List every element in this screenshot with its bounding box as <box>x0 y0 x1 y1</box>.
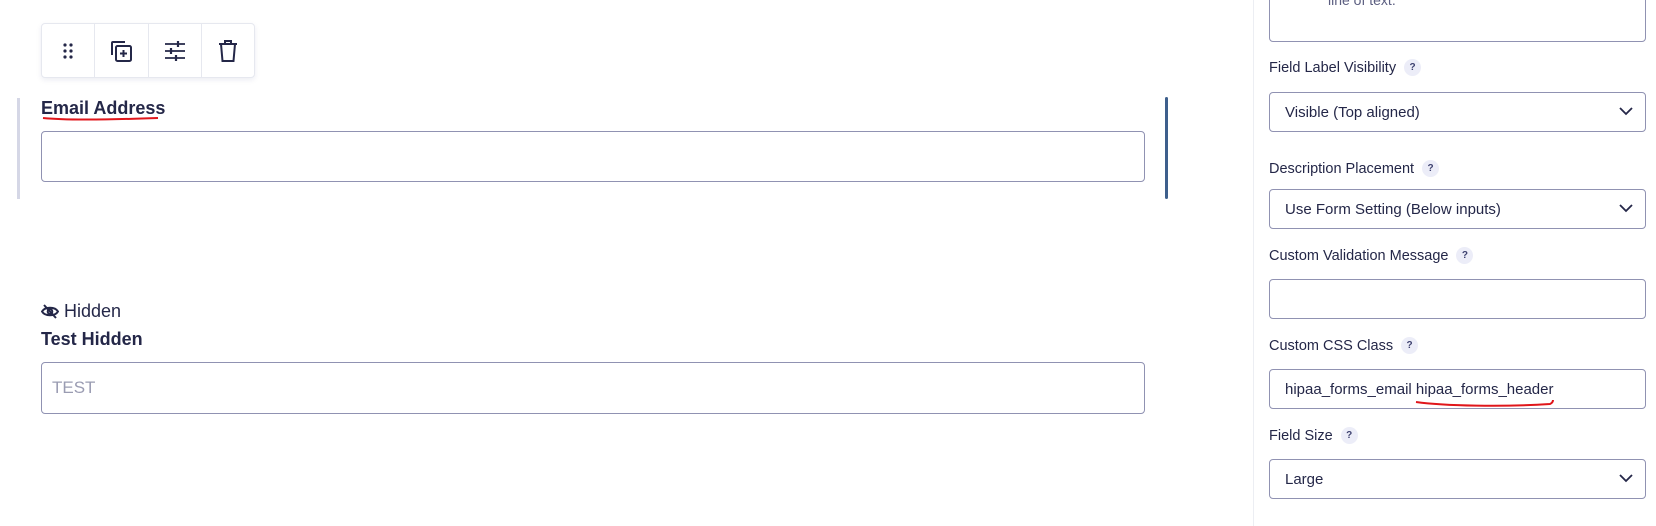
field-size-value: Large <box>1285 470 1324 488</box>
previous-setting-text: line of text. <box>1328 0 1396 8</box>
description-placement-text: Description Placement <box>1269 160 1415 177</box>
custom-validation-text: Custom Validation Message <box>1269 247 1449 264</box>
drag-handle-icon <box>63 42 73 59</box>
field-toolbar <box>41 23 255 78</box>
chevron-down-icon <box>1619 474 1633 483</box>
duplicate-button[interactable] <box>95 24 149 77</box>
custom-css-class-text: Custom CSS Class <box>1269 337 1394 354</box>
help-icon[interactable]: ? <box>1340 427 1358 444</box>
description-placement-label: Description Placement ? <box>1269 160 1440 177</box>
description-placement-select[interactable]: Use Form Setting (Below inputs) <box>1269 189 1646 229</box>
red-annotation-underline <box>42 117 159 121</box>
test-hidden-input[interactable]: TEST <box>41 362 1145 414</box>
duplicate-icon <box>111 40 133 62</box>
help-icon[interactable]: ? <box>1422 160 1440 177</box>
custom-css-class-value: hipaa_forms_email hipaa_forms_header <box>1285 380 1554 398</box>
hidden-badge: Hidden <box>41 301 121 322</box>
delete-button[interactable] <box>202 24 254 77</box>
help-icon[interactable]: ? <box>1404 59 1422 76</box>
field-settings-button[interactable] <box>149 24 202 77</box>
drag-handle-button[interactable] <box>42 24 96 77</box>
field-size-select[interactable]: Large <box>1269 459 1646 499</box>
field-label-visibility-value: Visible (Top aligned) <box>1285 103 1420 121</box>
test-hidden-label: Test Hidden <box>41 329 143 349</box>
trash-icon <box>218 39 237 62</box>
field-label-visibility-select[interactable]: Visible (Top aligned) <box>1269 92 1646 132</box>
custom-validation-input[interactable] <box>1269 279 1646 319</box>
previous-setting-box[interactable] <box>1269 0 1646 42</box>
field-size-label: Field Size ? <box>1269 427 1358 444</box>
help-icon[interactable]: ? <box>1456 247 1474 264</box>
field-label-visibility-text: Field Label Visibility <box>1269 59 1397 76</box>
eye-slash-icon <box>41 304 59 319</box>
selected-field-indicator <box>1165 97 1168 199</box>
description-placement-value: Use Form Setting (Below inputs) <box>1285 200 1501 218</box>
field-left-indicator <box>17 98 20 199</box>
sidebar-divider <box>1253 0 1254 526</box>
chevron-down-icon <box>1619 107 1633 116</box>
red-annotation-underline <box>1415 399 1554 407</box>
settings-sliders-icon <box>164 40 185 61</box>
test-hidden-placeholder: TEST <box>52 378 96 397</box>
hidden-badge-text: Hidden <box>64 301 122 321</box>
chevron-down-icon <box>1619 204 1633 213</box>
email-input[interactable] <box>41 131 1145 182</box>
custom-css-class-label: Custom CSS Class ? <box>1269 337 1419 354</box>
field-label-visibility-label: Field Label Visibility ? <box>1269 59 1422 76</box>
custom-validation-label: Custom Validation Message ? <box>1269 247 1474 264</box>
help-icon[interactable]: ? <box>1401 337 1419 354</box>
field-size-text: Field Size <box>1269 427 1333 444</box>
